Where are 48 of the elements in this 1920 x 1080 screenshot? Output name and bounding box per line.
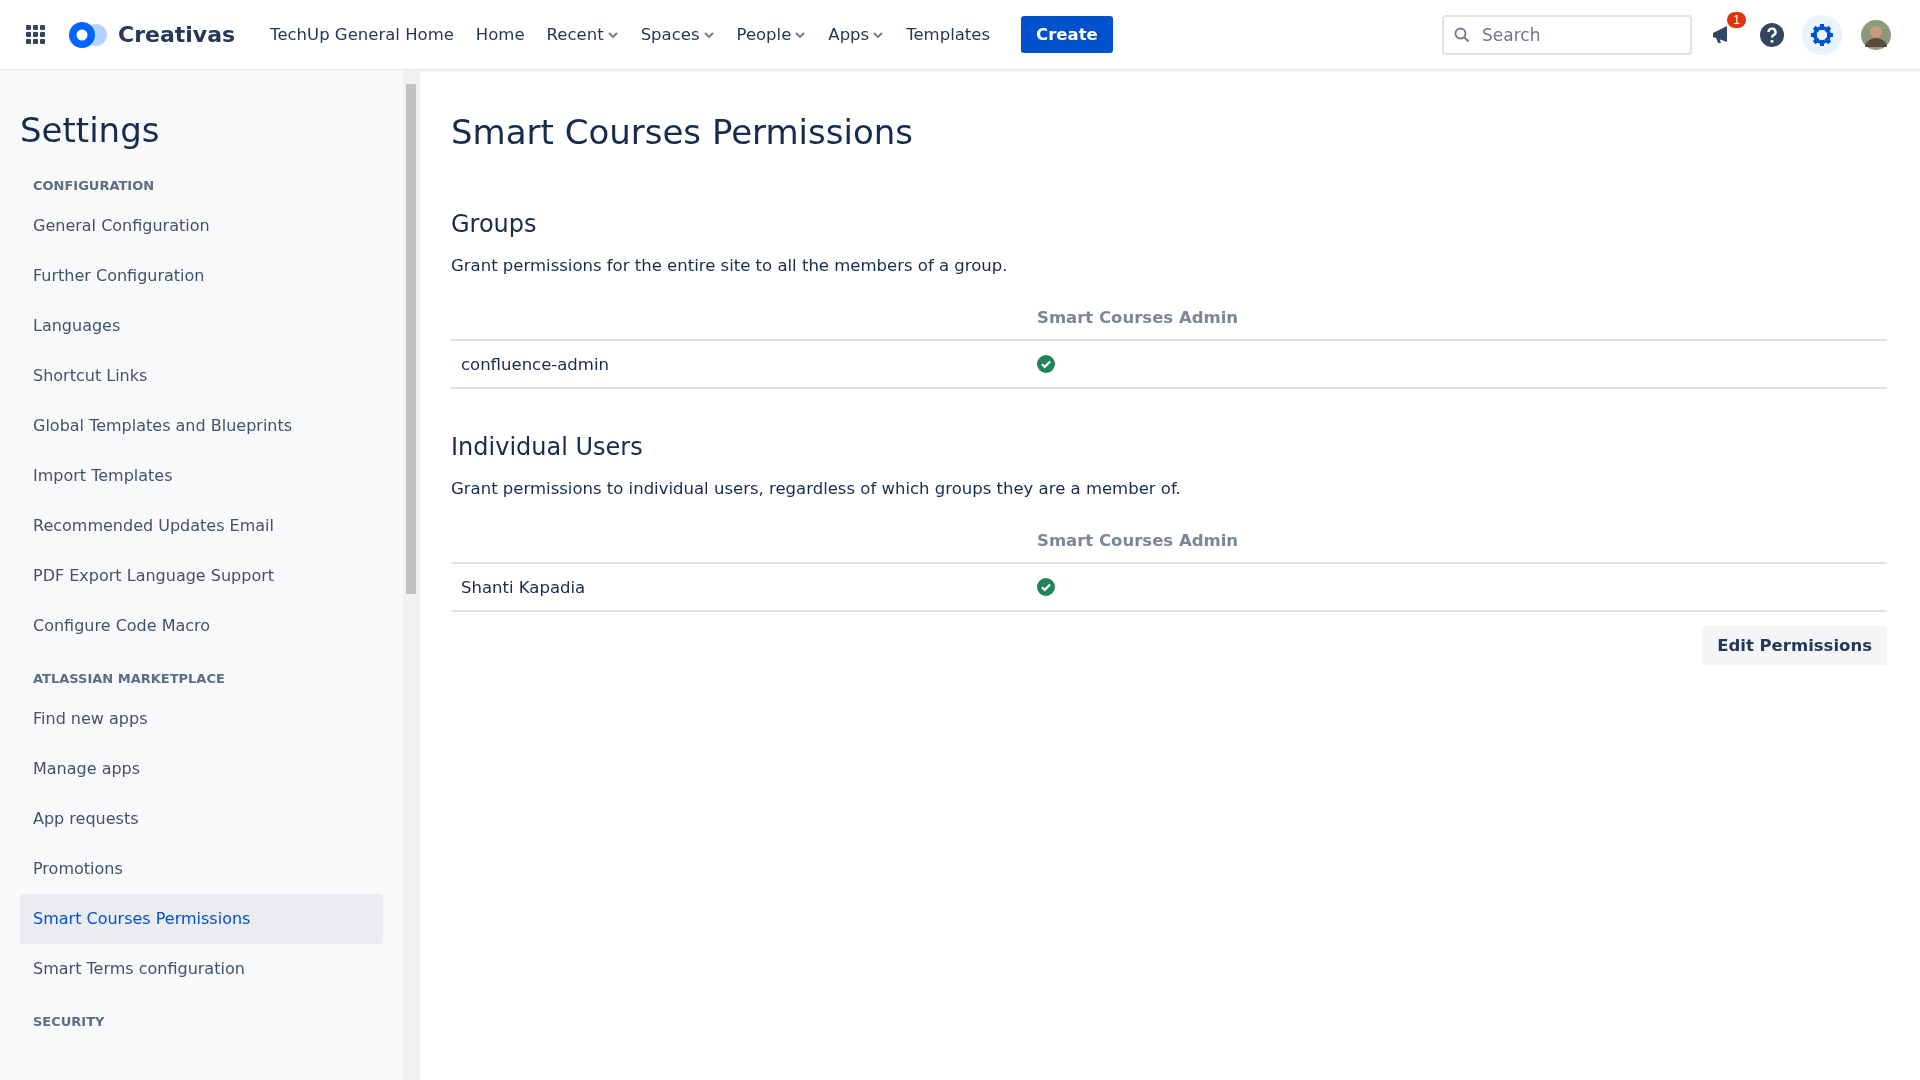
nav-link[interactable]: Templates [895, 19, 1002, 50]
scrollbar[interactable] [403, 70, 419, 1080]
notification-badge: 1 [1727, 11, 1746, 28]
sidebar-item[interactable]: Import Templates [20, 451, 383, 501]
settings-icon [1810, 22, 1834, 47]
sidebar-item[interactable]: General Configuration [20, 201, 383, 251]
settings-button[interactable] [1802, 14, 1842, 55]
sidebar-item[interactable]: Manage apps [20, 744, 383, 794]
sidebar-item[interactable]: Smart Courses Permissions [20, 894, 383, 944]
table-cell-text: Shanti Kapadia [460, 577, 586, 597]
search-field[interactable]: Search [1442, 14, 1692, 55]
sidebar-item[interactable]: Further Configuration [20, 251, 383, 301]
column-header: Smart Courses Admin [1037, 530, 1239, 550]
help-icon [1759, 21, 1785, 48]
nav-link[interactable]: TechUp General Home [259, 19, 465, 50]
sidebar-item[interactable]: Languages [20, 301, 383, 351]
section-heading: ATLASSIAN MARKETPLACE [32, 671, 226, 686]
section-title: Individual Users [451, 433, 644, 461]
sidebar-item[interactable]: Global Templates and Blueprints [20, 401, 383, 451]
section-title: Groups [451, 210, 538, 238]
app-grid-icon[interactable] [26, 24, 46, 45]
sidebar-item[interactable]: Recommended Updates Email [20, 501, 383, 551]
create-button[interactable]: Create [1021, 16, 1113, 53]
sidebar-item[interactable]: Smart Terms configuration [20, 944, 383, 994]
sidebar-item[interactable]: Find new apps [20, 694, 383, 744]
sidebar-item[interactable]: App requests [20, 794, 383, 844]
page-title: Smart Courses Permissions [451, 112, 914, 152]
logo-text: Creativas [118, 22, 236, 47]
nav-link[interactable]: People [725, 19, 818, 50]
logo-icon [68, 20, 110, 49]
sidebar-item[interactable]: Shortcut Links [20, 351, 383, 401]
nav-link[interactable]: Recent [535, 19, 630, 50]
search-icon [1454, 26, 1470, 43]
column-header: Smart Courses Admin [1037, 307, 1239, 327]
section-description: Grant permissions to individual users, regardless of which groups they are a member of. [451, 479, 1182, 498]
sidebar-item[interactable]: Configure Code Macro [20, 601, 383, 651]
edit-permissions-button[interactable]: Edit Permissions [1702, 626, 1887, 665]
nav-link[interactable]: Spaces [629, 19, 726, 50]
nav-link[interactable]: Apps [817, 19, 896, 50]
section-heading: SECURITY [32, 1014, 106, 1029]
table-cell-text: confluence-admin [460, 354, 609, 374]
sidebar-title: Settings [20, 110, 161, 150]
sidebar-item[interactable]: PDF Export Language Support [20, 551, 383, 601]
section-description: Grant permissions for the entire site to all the members of a group. [451, 256, 1009, 275]
section-heading: CONFIGURATION [32, 178, 156, 193]
sidebar-item[interactable]: Promotions [20, 844, 383, 894]
nav-link[interactable]: Home [464, 19, 536, 50]
avatar-icon [1861, 19, 1891, 50]
